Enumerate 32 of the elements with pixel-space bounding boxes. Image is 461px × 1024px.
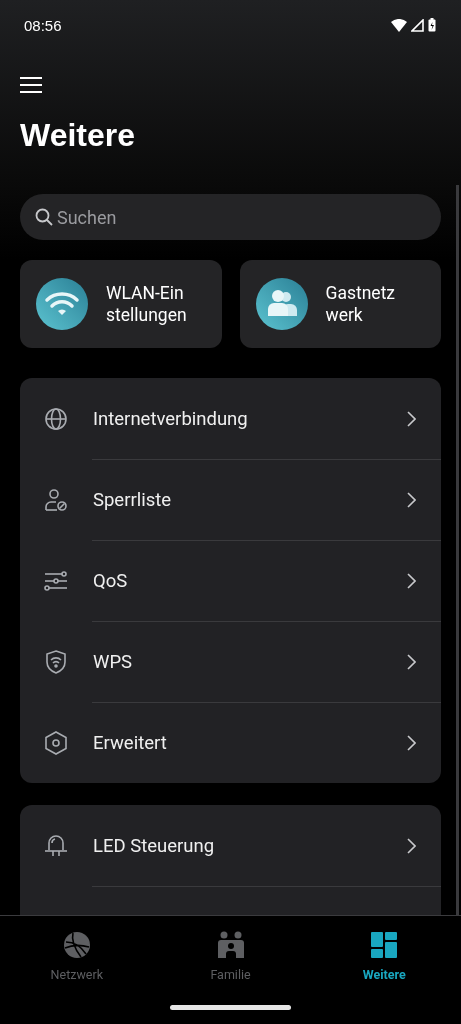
globe-icon — [44, 406, 68, 431]
status-time: 08:56 — [24, 16, 62, 34]
chevron-right-icon — [406, 410, 416, 427]
hexagon-icon — [44, 730, 68, 755]
menu-item[interactable]: Erweitert — [20, 702, 441, 784]
nav-tab[interactable]: Weitere — [307, 916, 461, 1024]
globe-icon — [62, 931, 91, 959]
family-icon — [216, 931, 245, 959]
tiles-icon — [370, 931, 399, 959]
menu-item[interactable]: Sperrliste — [20, 459, 441, 541]
wifi-signal-icon — [391, 18, 407, 32]
shield-wifi-icon — [44, 649, 68, 674]
menu-item[interactable]: WPS — [20, 621, 441, 703]
user-blocked-icon — [44, 487, 68, 512]
menu-item[interactable]: LED Steuerung — [20, 805, 441, 887]
page-title: Weitere — [20, 116, 135, 155]
chevron-right-icon — [406, 572, 416, 589]
shortcut-tile[interactable]: Gastnetz werk — [239, 260, 441, 349]
users-icon — [255, 278, 308, 331]
chevron-right-icon — [406, 491, 416, 508]
sliders-icon — [44, 568, 68, 593]
wifi-icon — [36, 278, 88, 331]
chevron-right-icon — [406, 653, 416, 670]
search-field[interactable]: Suchen — [20, 194, 441, 241]
shortcut-tile[interactable]: WLAN-Ein stellungen — [20, 260, 222, 349]
led-icon — [44, 833, 68, 858]
menu-item[interactable]: Internetverbindung — [20, 378, 441, 460]
chevron-right-icon — [406, 734, 416, 751]
cell-signal-icon — [411, 18, 424, 32]
battery-icon — [428, 18, 436, 32]
menu-item[interactable]: QoS — [20, 540, 441, 622]
chevron-right-icon — [406, 837, 416, 854]
